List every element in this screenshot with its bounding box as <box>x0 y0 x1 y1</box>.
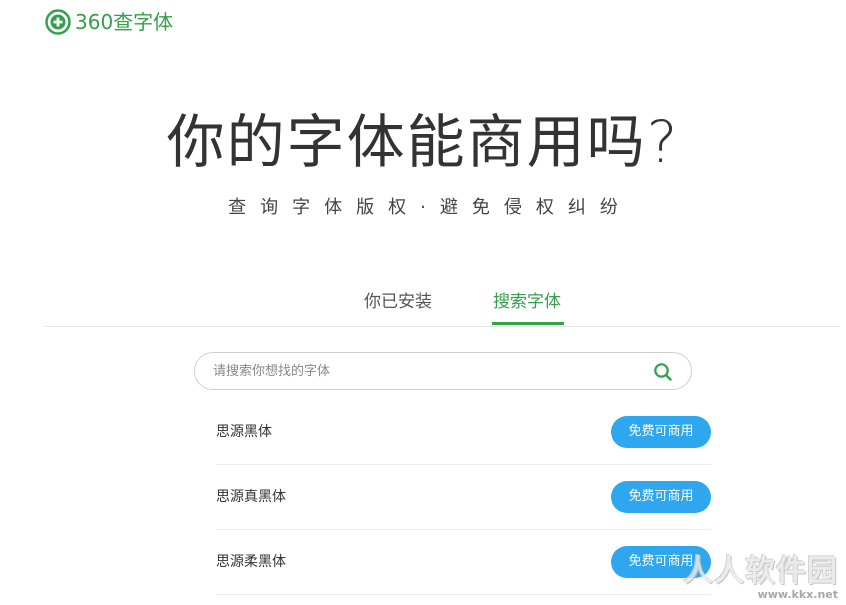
watermark: 人人软件园 www.kkx.net <box>683 555 838 601</box>
list-item: 思源柔黑体 免费可商用 <box>216 530 711 595</box>
search-box <box>194 352 692 390</box>
list-item: 思源真黑体 免费可商用 <box>216 465 711 530</box>
plus-circle-icon <box>45 9 71 35</box>
watermark-url: www.kkx.net <box>757 588 838 601</box>
search-input[interactable] <box>213 353 633 389</box>
font-name[interactable]: 思源柔黑体 <box>216 552 286 572</box>
search-icon[interactable] <box>653 362 673 382</box>
logo-text: 360查字体 <box>75 10 174 34</box>
tab-installed[interactable]: 你已安装 <box>355 286 441 326</box>
license-badge[interactable]: 免费可商用 <box>611 481 711 513</box>
font-name[interactable]: 思源黑体 <box>216 422 272 442</box>
page-title: 你的字体能商用吗? <box>166 108 680 176</box>
brand-logo[interactable]: 360查字体 <box>45 8 173 36</box>
page-subtitle: 查询字体版权·避免侵权纠纷 <box>228 197 632 218</box>
tab-search-fonts[interactable]: 搜索字体 <box>488 286 566 326</box>
font-name[interactable]: 思源真黑体 <box>216 487 286 507</box>
tab-bar: 你已安装 搜索字体 <box>0 286 846 328</box>
font-list: 思源黑体 免费可商用 思源真黑体 免费可商用 思源柔黑体 免费可商用 <box>216 400 711 595</box>
active-tab-indicator <box>492 322 564 325</box>
license-badge[interactable]: 免费可商用 <box>611 416 711 448</box>
watermark-text: 人人软件园 <box>683 554 838 589</box>
list-item: 思源黑体 免费可商用 <box>216 400 711 465</box>
tabs-divider <box>45 326 840 327</box>
